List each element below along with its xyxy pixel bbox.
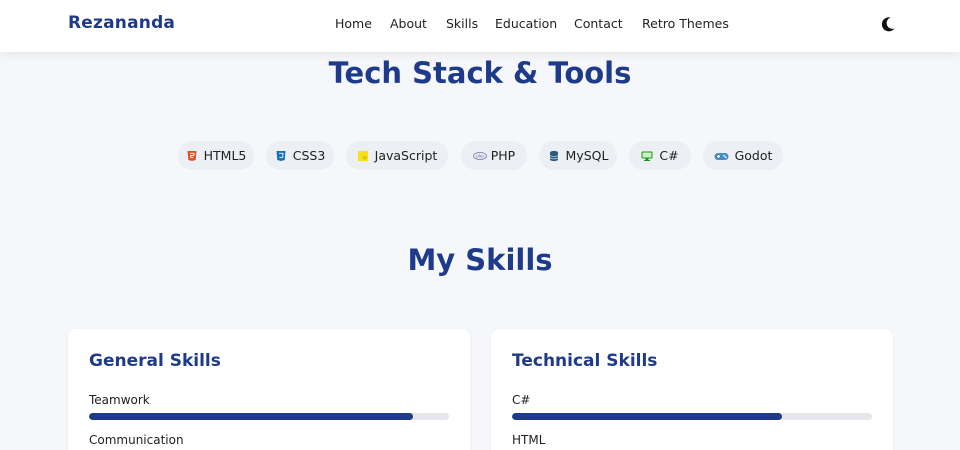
tech-pill-html5: HTML5 xyxy=(178,141,254,170)
card-title: Technical Skills xyxy=(512,351,658,371)
tech-label: JavaScript xyxy=(374,148,438,163)
skill-label: C# xyxy=(512,393,531,407)
tech-label: C# xyxy=(659,148,679,163)
nav-links: Home About Skills Education Contact Retr… xyxy=(0,16,960,36)
tech-pill-godot: Godot xyxy=(703,141,783,170)
moon-icon[interactable] xyxy=(878,14,898,34)
my-skills-title: My Skills xyxy=(407,243,553,277)
tech-label: Godot xyxy=(734,148,773,163)
skill-label: Communication xyxy=(89,433,184,447)
javascript-icon xyxy=(357,150,369,162)
card-title: General Skills xyxy=(89,351,221,371)
tech-pill-php: php PHP xyxy=(461,141,527,170)
nav-education[interactable]: Education xyxy=(495,16,557,31)
skill-bar-fill xyxy=(89,413,413,420)
tech-pill-javascript: JavaScript xyxy=(346,141,448,170)
html5-icon xyxy=(186,150,198,162)
tech-pill-css3: CSS3 xyxy=(266,141,334,170)
tech-label: CSS3 xyxy=(292,148,326,163)
monitor-icon xyxy=(641,150,653,162)
general-skills-card: General Skills Teamwork Communication xyxy=(68,329,470,450)
skill-label: HTML xyxy=(512,433,546,447)
database-icon xyxy=(548,150,560,162)
css3-icon xyxy=(275,150,287,162)
navbar: Rezananda Home About Skills Education Co… xyxy=(0,0,960,52)
tech-label: PHP xyxy=(490,148,516,163)
tech-label: MySQL xyxy=(565,148,609,163)
technical-skills-card: Technical Skills C# HTML xyxy=(491,329,893,450)
skill-bar xyxy=(89,413,449,420)
nav-about[interactable]: About xyxy=(390,16,427,31)
tech-pill-csharp: C# xyxy=(629,141,691,170)
nav-home[interactable]: Home xyxy=(335,16,372,31)
skill-bar-fill xyxy=(512,413,782,420)
php-icon: php xyxy=(472,150,487,162)
skill-label: Teamwork xyxy=(89,393,150,407)
gamepad-icon xyxy=(714,150,729,162)
tech-pill-mysql: MySQL xyxy=(539,141,617,170)
nav-contact[interactable]: Contact xyxy=(574,16,623,31)
tech-stack-title: Tech Stack & Tools xyxy=(328,56,632,90)
svg-text:php: php xyxy=(475,153,484,158)
tech-label: HTML5 xyxy=(203,148,247,163)
nav-skills[interactable]: Skills xyxy=(446,16,478,31)
nav-retro-themes[interactable]: Retro Themes xyxy=(642,16,729,31)
skill-bar xyxy=(512,413,872,420)
